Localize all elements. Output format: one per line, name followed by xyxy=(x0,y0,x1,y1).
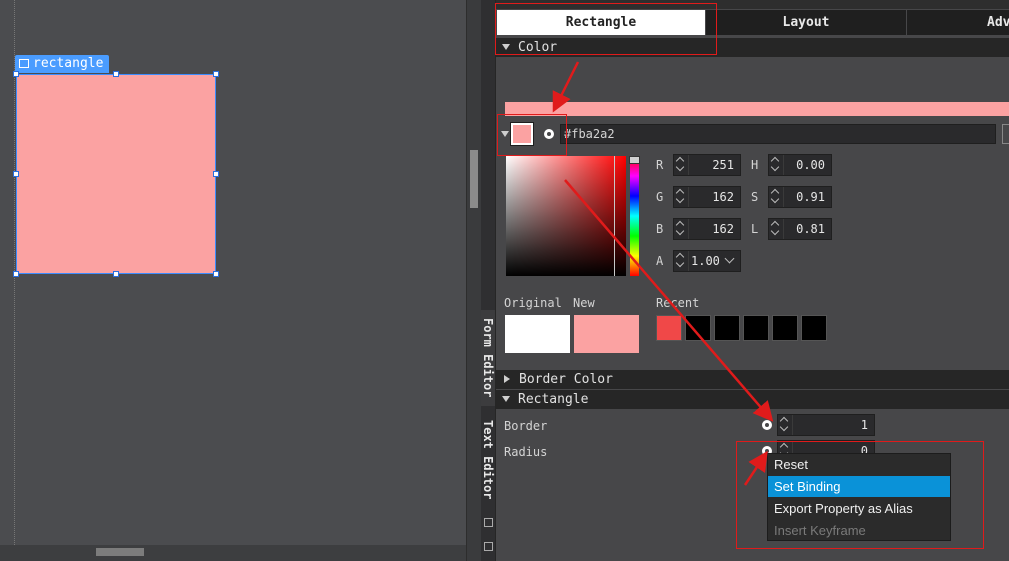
annotation-arrow-1 xyxy=(552,61,580,113)
annotation-arrow-2 xyxy=(564,179,774,422)
annotation-arrows xyxy=(552,61,774,486)
annotation-arrow-3 xyxy=(743,450,768,486)
